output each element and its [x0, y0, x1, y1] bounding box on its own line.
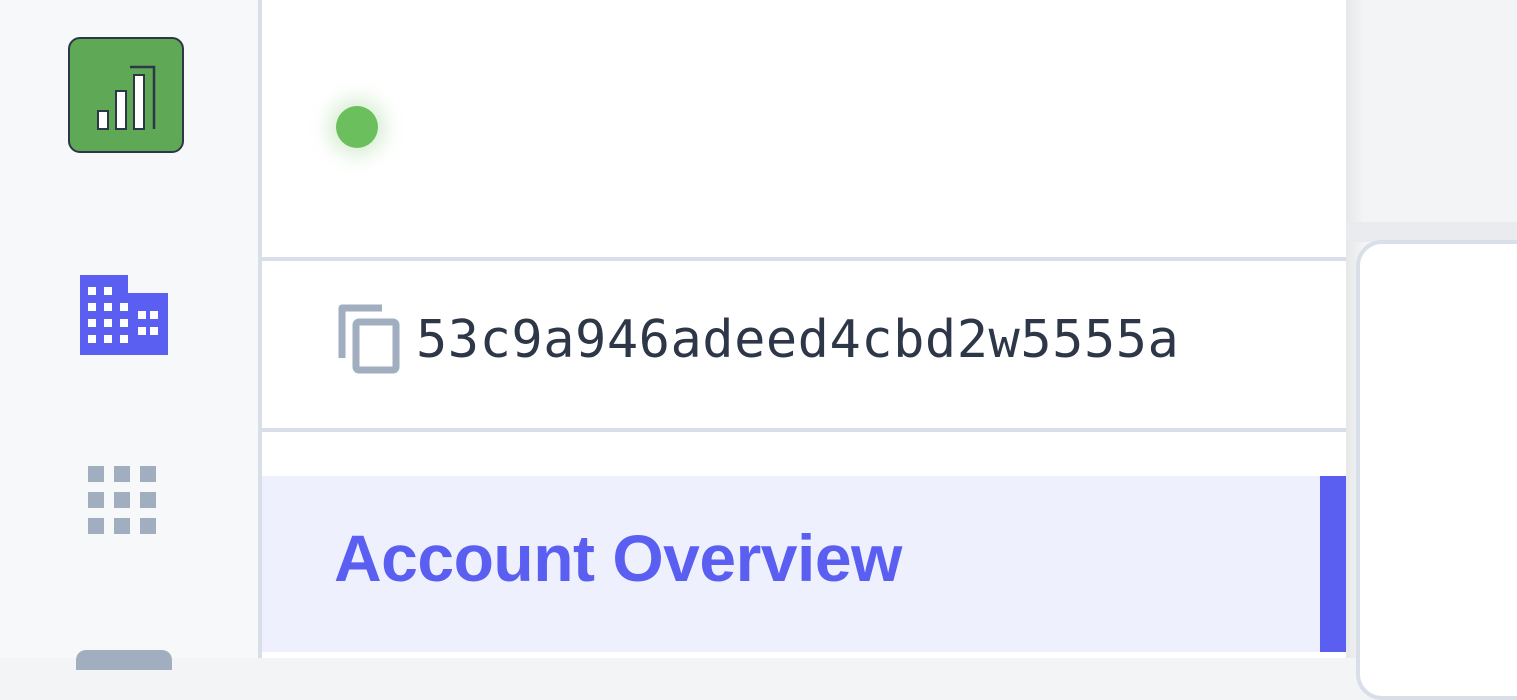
sidebar-item-apps[interactable]	[88, 466, 160, 543]
account-id: 53c9a946adeed4cbd2w5555a	[416, 310, 1180, 370]
divider	[262, 257, 1346, 261]
building-icon	[80, 275, 168, 355]
status-indicator	[336, 106, 378, 148]
apps-grid-icon	[88, 466, 156, 534]
divider	[262, 428, 1346, 432]
active-indicator	[1320, 476, 1346, 652]
header-divider	[1346, 222, 1517, 242]
app-logo[interactable]	[68, 37, 184, 153]
content-card	[1356, 240, 1517, 700]
bar-chart-logo-icon	[97, 65, 156, 130]
copy-icon[interactable]	[338, 304, 402, 376]
account-id-row: 53c9a946adeed4cbd2w5555a	[338, 304, 1179, 376]
sidebar-item-organizations[interactable]	[80, 275, 168, 360]
nav-item-label: Account Overview	[334, 521, 902, 595]
sidebar-item-partial[interactable]	[76, 650, 172, 670]
